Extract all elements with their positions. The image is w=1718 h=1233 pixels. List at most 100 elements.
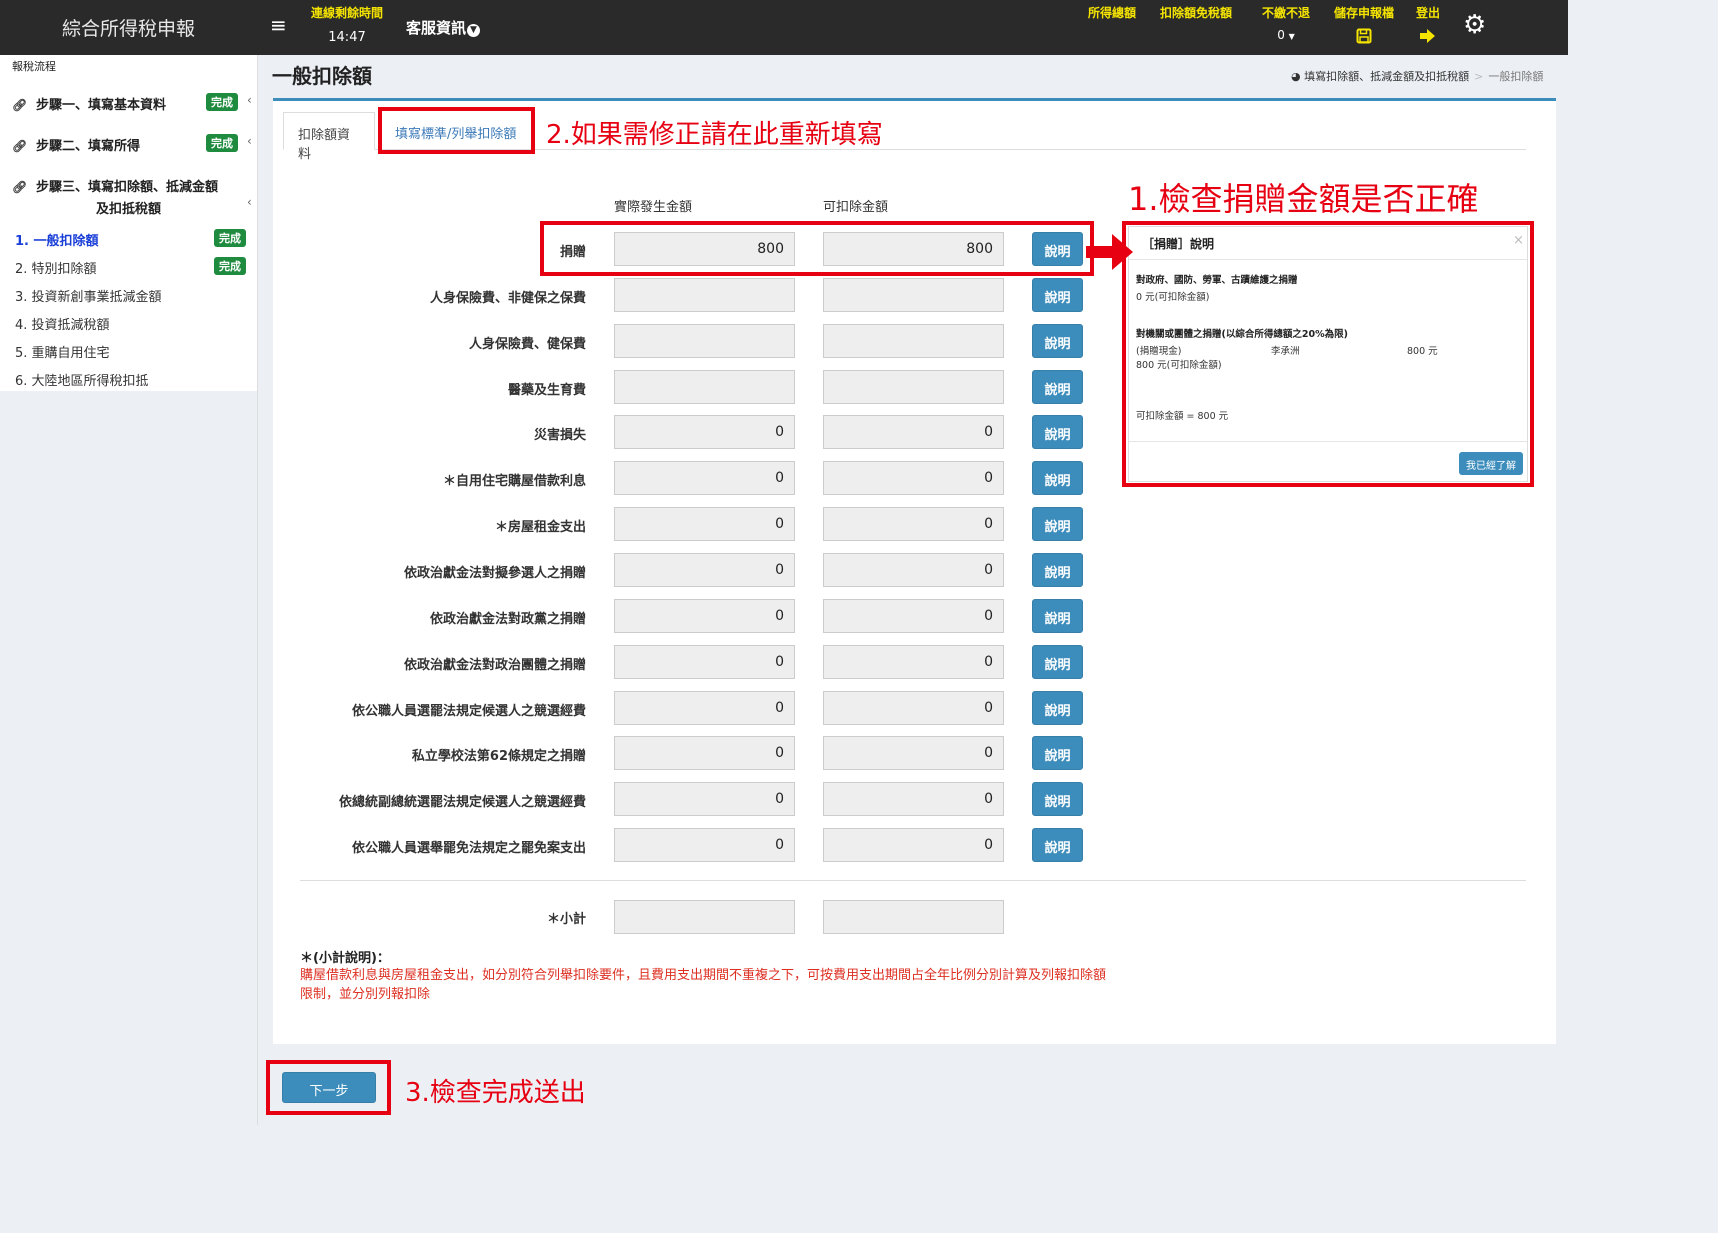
logout-icon (1412, 28, 1444, 47)
actual-amount-field: 0 (614, 782, 795, 817)
deductible-amount-field: 0 (823, 598, 1004, 633)
chevron-left-icon: ‹ (247, 93, 252, 107)
timer-value: 14:47 (328, 30, 366, 45)
deductible-amount-field: 0 (823, 415, 1004, 450)
breadcrumb-separator: > (1474, 70, 1484, 83)
deductible-amount-field: 0 (823, 690, 1004, 725)
chevron-down-circle-icon: ▼ (467, 24, 481, 37)
subtotal-actual-field (614, 900, 795, 934)
actual-amount-field: 0 (614, 736, 795, 771)
deduction-row-label: 依政治獻金法對政黨之捐贈 (429, 611, 586, 627)
breadcrumb-current: 一般扣除額 (1488, 70, 1544, 83)
deduction-row-label: 依公職人員選罷法規定候選人之競選經費 (351, 703, 586, 719)
help-button[interactable]: 說明 (1032, 369, 1083, 404)
deductible-amount-field (823, 323, 1004, 358)
actual-amount-field: 0 (614, 828, 795, 863)
subtotal-note-title: ＊(小計說明)： (300, 951, 390, 966)
logout-button[interactable]: 登出 (1412, 4, 1444, 47)
actual-amount-field: 0 (614, 415, 795, 450)
menu-icon[interactable]: ≡ (270, 13, 287, 37)
sidebar-sub-special-deduction[interactable]: 2. 特別扣除額 (15, 258, 97, 277)
actual-amount-field: 0 (614, 461, 795, 496)
annotation-box-donation-row (540, 221, 1094, 276)
link-icon: 🔗︎ (12, 180, 28, 194)
help-button[interactable]: 說明 (1032, 552, 1083, 587)
logout-label: 登出 (1415, 6, 1440, 20)
help-button[interactable]: 說明 (1032, 690, 1083, 725)
sidebar-sub-general-deduction[interactable]: 1. 一般扣除額 (15, 230, 99, 249)
gear-icon[interactable]: ⚙ (1463, 10, 1486, 40)
total-income-link[interactable]: 所得總額 (1088, 4, 1136, 21)
app-title: 綜合所得稅申報 (62, 18, 196, 40)
annotation-text-1: 1.檢查捐贈金額是否正確 (1128, 180, 1479, 218)
annotation-box-next (266, 1060, 391, 1115)
arrow-right-icon (1086, 234, 1133, 270)
step-label-line2: 及扣抵稅額 (96, 202, 162, 217)
help-button[interactable]: 說明 (1032, 736, 1083, 771)
deduction-row-label: 依政治獻金法對擬參選人之捐贈 (403, 565, 586, 581)
sidebar-sub-repurchase-home[interactable]: 5. 重購自用住宅 (15, 342, 110, 361)
deductible-amount-field: 0 (823, 828, 1004, 863)
customer-service-menu[interactable]: 客服資訊 ▼ (406, 17, 481, 38)
help-button[interactable]: 說明 (1032, 277, 1083, 312)
deductible-amount-field: 0 (823, 782, 1004, 817)
help-button[interactable]: 說明 (1032, 415, 1083, 450)
link-icon: 🔗︎ (12, 98, 28, 112)
sidebar-step-3[interactable]: 🔗︎ 步驟三、填寫扣除額、抵減金額 及扣抵稅額 (12, 176, 252, 217)
customer-service-label: 客服資訊 (406, 19, 467, 37)
breadcrumb-item[interactable]: 填寫扣除額、抵減金額及扣抵稅額 (1304, 70, 1469, 83)
subtotal-label: ＊小計 (546, 912, 586, 927)
sidebar-header: 報稅流程 (12, 60, 56, 73)
sidebar-sub-startup-investment[interactable]: 3. 投資新創事業抵減金額 (15, 286, 162, 305)
deduction-row-label: 人身保險費、非健保之保費 (429, 290, 586, 306)
deductible-amount-field (823, 277, 1004, 312)
deduction-row-label: ＊自用住宅購屋借款利息 (442, 474, 586, 490)
chevron-left-icon: ‹ (247, 195, 252, 209)
status-badge: 完成 (214, 229, 246, 247)
help-button[interactable]: 說明 (1032, 644, 1083, 679)
save-icon (1330, 28, 1398, 47)
deduction-row-label: 醫藥及生育費 (507, 382, 586, 398)
deduction-row-label: 人身保險費、健保費 (468, 336, 586, 352)
actual-amount-field: 0 (614, 690, 795, 725)
deduction-exemption-link[interactable]: 扣除額免稅額 (1160, 4, 1232, 21)
link-icon: 🔗︎ (12, 139, 28, 153)
help-button[interactable]: 說明 (1032, 828, 1083, 863)
refund-label: 不繳不退 (1261, 6, 1310, 20)
help-button[interactable]: 說明 (1032, 323, 1083, 358)
status-badge: 完成 (206, 134, 238, 152)
actual-amount-field: 0 (614, 507, 795, 542)
actual-amount-field: 0 (614, 644, 795, 679)
column-header-actual: 實際發生金額 (614, 200, 693, 215)
refund-status[interactable]: 不繳不退 0 ▼ (1258, 4, 1314, 42)
page-title: 一般扣除額 (272, 64, 372, 88)
step-label: 步驟二、填寫所得 (36, 139, 141, 154)
status-badge: 完成 (214, 257, 246, 275)
deduction-row-label: 私立學校法第62條規定之捐贈 (411, 749, 586, 765)
top-navbar: 綜合所得稅申報 ≡ 連線剩餘時間 14:47 客服資訊 ▼ 所得總額 扣除額免稅額… (0, 0, 1568, 55)
deduction-row-label: ＊房屋租金支出 (494, 520, 586, 536)
help-button[interactable]: 說明 (1032, 598, 1083, 633)
annotation-text-2: 2.如果需修正請在此重新填寫 (546, 120, 883, 150)
column-header-deductible: 可扣除金額 (823, 200, 889, 215)
chevron-down-circle-icon: ▼ (1288, 32, 1295, 41)
dashboard-icon: ◕ (1291, 70, 1301, 83)
help-button[interactable]: 說明 (1032, 782, 1083, 817)
deductible-amount-field: 0 (823, 507, 1004, 542)
sidebar: 報稅流程 🔗︎ 步驟一、填寫基本資料 完成 ‹ 🔗︎ 步驟二、填寫所得 完成 ‹ 🔗… (0, 55, 258, 391)
help-button[interactable]: 說明 (1032, 507, 1083, 542)
step-label: 步驟三、填寫扣除額、抵減金額 (36, 180, 219, 195)
sidebar-sub-mainland-tax[interactable]: 6. 大陸地區所得稅扣抵 (15, 370, 149, 389)
actual-amount-field (614, 323, 795, 358)
actual-amount-field: 0 (614, 552, 795, 587)
deductible-amount-field: 0 (823, 552, 1004, 587)
save-file-button[interactable]: 儲存申報檔 (1330, 4, 1398, 47)
save-label: 儲存申報檔 (1333, 6, 1394, 20)
subtotal-note-text: 購屋借款利息與房屋租金支出，如分別符合列舉扣除要件，且費用支出期間不重複之下，可… (300, 968, 1107, 1002)
session-timer: 連線剩餘時間 14:47 (306, 4, 388, 45)
subtotal-divider (300, 880, 1526, 881)
sidebar-sub-investment-credit[interactable]: 4. 投資抵減稅額 (15, 314, 110, 333)
tab-deduction-data[interactable]: 扣除額資料 (283, 112, 375, 162)
deductible-amount-field: 0 (823, 644, 1004, 679)
help-button[interactable]: 說明 (1032, 461, 1083, 496)
